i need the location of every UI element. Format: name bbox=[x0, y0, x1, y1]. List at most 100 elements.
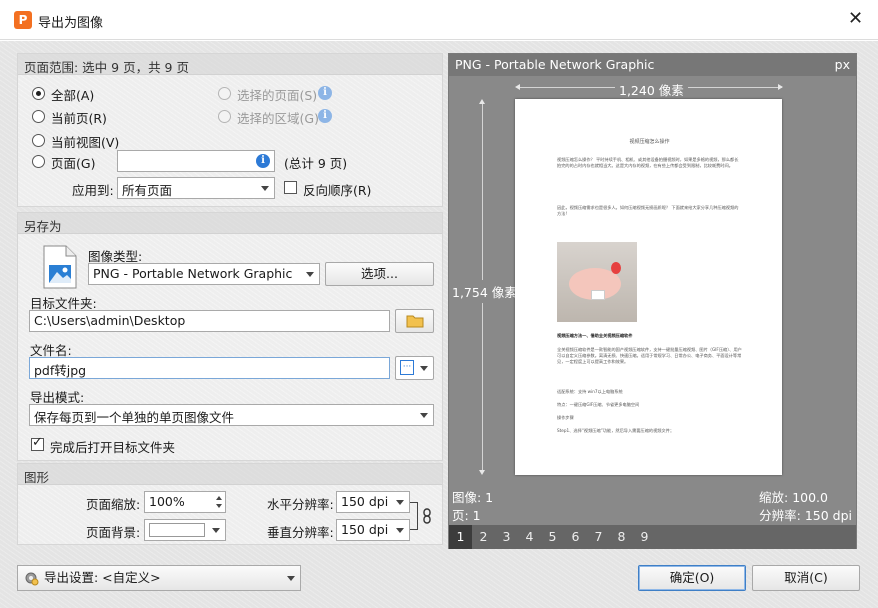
page-background-label: 页面背景: bbox=[86, 525, 141, 540]
chevron-down-icon bbox=[396, 500, 404, 505]
title-bar: P 导出为图像 ✕ bbox=[0, 0, 878, 40]
radio-current-page-label[interactable]: 当前页(R) bbox=[51, 108, 107, 127]
preview-resolution: 分辨率: 150 dpi bbox=[759, 508, 852, 523]
close-icon[interactable]: ✕ bbox=[848, 10, 863, 28]
gear-icon bbox=[25, 572, 39, 586]
preview-image-count: 图像: 1 bbox=[452, 490, 494, 505]
cancel-button[interactable]: 取消(C) bbox=[752, 565, 860, 591]
chevron-down-icon bbox=[420, 413, 428, 418]
options-button[interactable]: 选项... bbox=[325, 262, 434, 286]
width-arrow-right-icon bbox=[778, 84, 783, 90]
apply-to-select[interactable]: 所有页面 bbox=[117, 177, 275, 199]
vertical-resolution-select[interactable]: 150 dpi bbox=[336, 519, 410, 541]
image-file-icon bbox=[43, 245, 77, 289]
chevron-down-icon bbox=[396, 528, 404, 533]
page-tab-4[interactable]: 4 bbox=[518, 525, 541, 549]
radio-selected-area-label[interactable]: 选择的区域(G) bbox=[237, 108, 319, 127]
preview-unit: px bbox=[834, 57, 850, 72]
radio-selected-area[interactable] bbox=[218, 110, 231, 123]
page-tab-5[interactable]: 5 bbox=[541, 525, 564, 549]
height-arrow-down-icon bbox=[479, 470, 485, 475]
radio-all[interactable] bbox=[32, 87, 45, 100]
preview-zoom: 缩放: 100.0 bbox=[759, 490, 828, 505]
pages-input[interactable] bbox=[117, 150, 275, 172]
doc-paragraph: 视频压缩怎么操作？ 平时持续手机、相机、或其他设备拍摄视频时，如果是多格的视频，… bbox=[557, 157, 739, 168]
height-arrow-up-icon bbox=[479, 99, 485, 104]
save-as-heading: 另存为 bbox=[18, 213, 442, 234]
doc-paragraph: 操作步骤 bbox=[557, 415, 574, 420]
pages-total: (总计 9 页) bbox=[284, 156, 348, 171]
open-folder-checkbox[interactable] bbox=[31, 435, 44, 451]
browse-folder-button[interactable] bbox=[395, 309, 434, 333]
info-icon[interactable]: i bbox=[318, 109, 332, 123]
horizontal-resolution-label: 水平分辨率: bbox=[267, 497, 334, 512]
graphics-heading: 图形 bbox=[18, 464, 442, 485]
radio-all-label[interactable]: 全部(A) bbox=[51, 85, 94, 104]
chain-link-icon[interactable] bbox=[422, 508, 432, 524]
open-folder-label[interactable]: 完成后打开目标文件夹 bbox=[50, 437, 175, 456]
vertical-resolution-value: 150 dpi bbox=[341, 522, 389, 537]
page-tabs: 123456789 bbox=[449, 525, 856, 549]
reverse-order-checkbox[interactable] bbox=[284, 181, 297, 194]
page-zoom-label: 页面缩放: bbox=[86, 497, 141, 512]
radio-current-view-label[interactable]: 当前视图(V) bbox=[51, 132, 119, 151]
info-icon[interactable]: i bbox=[318, 86, 332, 100]
filename-macro-button[interactable]: ··· bbox=[395, 356, 434, 380]
radio-pages[interactable] bbox=[32, 155, 45, 168]
preview-header: PNG - Portable Network Graphic px bbox=[449, 54, 856, 76]
horizontal-resolution-select[interactable]: 150 dpi bbox=[336, 491, 410, 513]
radio-pages-label[interactable]: 页面(G) bbox=[51, 153, 95, 172]
export-settings-value: 导出设置: <自定义> bbox=[44, 570, 161, 585]
page-tab-1[interactable]: 1 bbox=[449, 525, 472, 549]
page-zoom-input[interactable]: 100% bbox=[144, 491, 226, 513]
preview-page-count: 页: 1 bbox=[452, 508, 481, 523]
preview-width: 1,240 像素 bbox=[615, 80, 688, 99]
target-folder-input[interactable]: C:\Users\admin\Desktop bbox=[29, 310, 390, 332]
radio-selected-pages[interactable] bbox=[218, 87, 231, 100]
preview-height: 1,754 像素 bbox=[452, 280, 517, 303]
export-mode-value: 保存每页到一个单独的单页图像文件 bbox=[34, 410, 235, 425]
doc-paragraph: 适配系统：支持 win7以上电脑系统 bbox=[557, 389, 623, 394]
preview-format: PNG - Portable Network Graphic bbox=[455, 57, 655, 72]
spin-down-icon[interactable] bbox=[216, 504, 222, 508]
chevron-down-icon bbox=[212, 528, 220, 533]
page-tab-9[interactable]: 9 bbox=[633, 525, 656, 549]
radio-selected-pages-label[interactable]: 选择的页面(S) bbox=[237, 85, 317, 104]
graphics-panel: 图形 页面缩放: 100% 页面背景: 水平分辨率: 150 dpi 垂直分辨率… bbox=[17, 463, 443, 545]
info-icon[interactable]: i bbox=[256, 154, 270, 168]
radio-current-view[interactable] bbox=[32, 134, 45, 147]
page-background-select[interactable] bbox=[144, 519, 226, 541]
pig-tag bbox=[591, 290, 605, 300]
window-title: 导出为图像 bbox=[38, 16, 104, 31]
page-tab-3[interactable]: 3 bbox=[495, 525, 518, 549]
filename-input[interactable]: pdf转jpg bbox=[29, 357, 390, 379]
pig-ear bbox=[611, 262, 621, 274]
page-tab-2[interactable]: 2 bbox=[472, 525, 495, 549]
image-type-select[interactable]: PNG - Portable Network Graphic bbox=[88, 263, 320, 285]
image-type-value: PNG - Portable Network Graphic bbox=[93, 266, 293, 281]
app-logo-icon: P bbox=[14, 11, 32, 29]
chevron-down-icon bbox=[287, 576, 295, 581]
export-mode-select[interactable]: 保存每页到一个单独的单页图像文件 bbox=[29, 404, 434, 426]
page-zoom-value: 100% bbox=[149, 494, 185, 509]
ok-button[interactable]: 确定(O) bbox=[638, 565, 746, 591]
spin-up-icon[interactable] bbox=[216, 496, 222, 500]
chevron-down-icon bbox=[420, 366, 428, 371]
page-tab-6[interactable]: 6 bbox=[564, 525, 587, 549]
preview-panel: PNG - Portable Network Graphic px 1,240 … bbox=[448, 53, 857, 549]
page-range-panel: 页面范围: 选中 9 页，共 9 页 全部(A) 当前页(R) 当前视图(V) … bbox=[17, 53, 443, 207]
doc-image bbox=[557, 242, 637, 322]
page-tab-7[interactable]: 7 bbox=[587, 525, 610, 549]
chevron-down-icon bbox=[261, 186, 269, 191]
radio-current-page[interactable] bbox=[32, 110, 45, 123]
page-tab-8[interactable]: 8 bbox=[610, 525, 633, 549]
doc-paragraph: 特点：一键压缩GIF压缩、节省更多电脑空间 bbox=[557, 402, 640, 407]
chevron-down-icon bbox=[306, 272, 314, 277]
reverse-order-label[interactable]: 反向顺序(R) bbox=[303, 180, 371, 199]
save-as-panel: 另存为 图像类型: PNG - Portable Network Graphic… bbox=[17, 212, 443, 461]
macro-icon: ··· bbox=[400, 360, 414, 375]
preview-page: 视频压缩怎么操作 视频压缩怎么操作？ 平时持续手机、相机、或其他设备拍摄视频时，… bbox=[515, 99, 782, 475]
horizontal-resolution-value: 150 dpi bbox=[341, 494, 389, 509]
link-bracket bbox=[410, 502, 418, 530]
export-settings-select[interactable]: 导出设置: <自定义> bbox=[17, 565, 301, 591]
